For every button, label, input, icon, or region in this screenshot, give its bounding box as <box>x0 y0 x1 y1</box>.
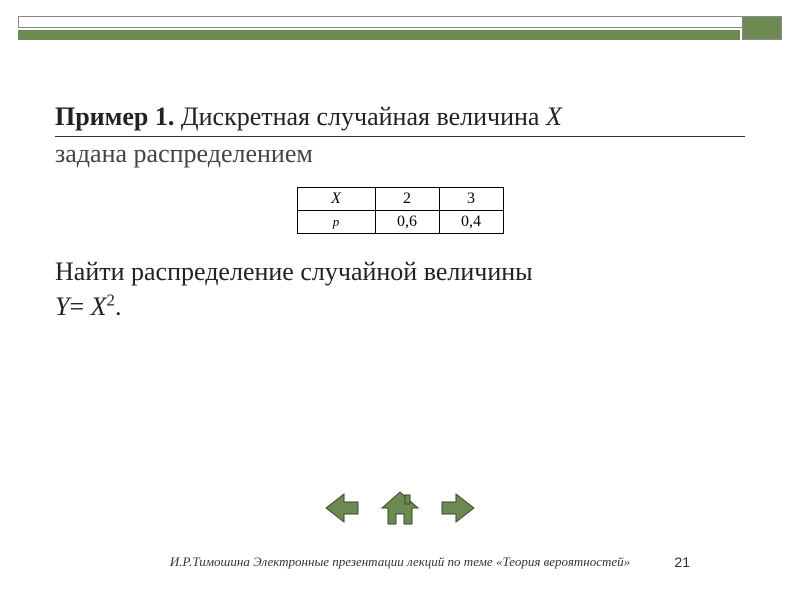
heading-var: X <box>546 102 562 131</box>
task-rhs-base: X <box>91 292 107 321</box>
task-suffix: . <box>115 292 122 321</box>
table-row: p 0,6 0,4 <box>297 210 503 233</box>
task-text: Найти распределение случайной величины Y… <box>55 254 745 324</box>
heading-text-1: Дискретная случайная величина <box>174 102 546 131</box>
heading-line-2: задана распределением <box>55 139 745 169</box>
decor-corner-box <box>742 16 782 40</box>
decor-top-outline <box>18 16 782 28</box>
nav-next-button[interactable] <box>438 488 478 528</box>
task-lhs: Y <box>55 292 69 321</box>
nav-prev-button[interactable] <box>322 488 362 528</box>
arrow-right-icon <box>438 488 478 528</box>
task-rhs-exp: 2 <box>107 290 115 309</box>
heading-line-1: Пример 1. Дискретная случайная величина … <box>55 100 745 137</box>
page-number: 21 <box>674 554 690 570</box>
cell-x-0: 2 <box>375 187 439 210</box>
heading-label: Пример 1. <box>55 102 174 131</box>
decor-top-bar <box>18 30 740 40</box>
arrow-left-icon <box>322 488 362 528</box>
slide-content: Пример 1. Дискретная случайная величина … <box>55 100 745 324</box>
home-icon <box>380 488 420 528</box>
cell-p-0: 0,6 <box>375 210 439 233</box>
cell-p-1: 0,4 <box>439 210 503 233</box>
task-prefix: Найти распределение случайной величины <box>55 257 533 286</box>
cell-x-1: 3 <box>439 187 503 210</box>
nav-controls <box>0 488 800 528</box>
nav-home-button[interactable] <box>380 488 420 528</box>
task-eq: = <box>69 292 90 321</box>
row-label-p: p <box>297 210 375 233</box>
table-row: X 2 3 <box>297 187 503 210</box>
distribution-table: X 2 3 p 0,6 0,4 <box>297 187 504 234</box>
row-label-x: X <box>297 187 375 210</box>
